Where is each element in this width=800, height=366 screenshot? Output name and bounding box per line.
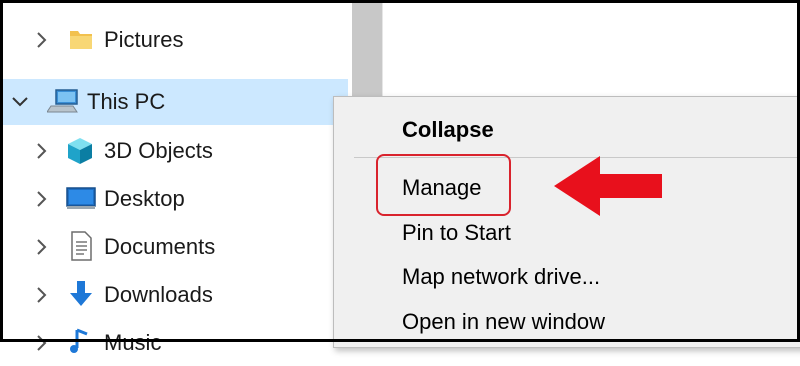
music-icon — [67, 326, 97, 356]
folder-icon — [67, 25, 97, 55]
nav-item-pictures[interactable]: Pictures — [3, 17, 348, 63]
chevron-right-icon[interactable] — [31, 29, 53, 51]
nav-item-3d-objects[interactable]: 3D Objects — [3, 128, 348, 174]
nav-item-documents[interactable]: Documents — [3, 224, 348, 270]
chevron-right-icon[interactable] — [31, 236, 53, 258]
chevron-right-icon[interactable] — [31, 332, 53, 354]
computer-icon — [46, 87, 78, 117]
nav-item-label: Downloads — [104, 282, 213, 307]
menu-item-map-network-drive[interactable]: Map network drive... — [402, 264, 600, 290]
manage-highlight-box — [376, 154, 511, 216]
nav-item-desktop[interactable]: Desktop — [3, 176, 348, 222]
nav-item-music[interactable]: Music — [3, 320, 348, 366]
nav-item-label: 3D Objects — [104, 138, 213, 163]
nav-item-label: This PC — [87, 89, 166, 114]
desktop-icon — [65, 184, 96, 214]
chevron-right-icon[interactable] — [31, 284, 53, 306]
navigation-pane: Pictures This PC 3D Objects Desktop Docu… — [0, 0, 352, 355]
chevron-right-icon[interactable] — [31, 140, 53, 162]
chevron-right-icon[interactable] — [31, 188, 53, 210]
documents-icon — [67, 230, 97, 261]
nav-item-downloads[interactable]: Downloads — [3, 272, 348, 318]
downloads-icon — [67, 279, 97, 309]
chevron-down-icon[interactable] — [9, 91, 31, 113]
menu-item-collapse[interactable]: Collapse — [402, 117, 494, 143]
nav-item-label: Desktop — [104, 186, 185, 211]
nav-item-label: Pictures — [104, 27, 184, 52]
context-menu: Collapse Manage Pin to Start Map network… — [333, 96, 800, 348]
nav-item-label: Documents — [104, 234, 216, 259]
menu-item-open-in-new-window[interactable]: Open in new window — [402, 309, 605, 335]
nav-item-this-pc[interactable]: This PC — [3, 79, 348, 125]
nav-item-label: Music — [104, 330, 162, 355]
3d-objects-icon — [65, 136, 95, 166]
red-arrow-icon — [554, 156, 662, 216]
menu-item-pin-to-start[interactable]: Pin to Start — [402, 220, 511, 246]
